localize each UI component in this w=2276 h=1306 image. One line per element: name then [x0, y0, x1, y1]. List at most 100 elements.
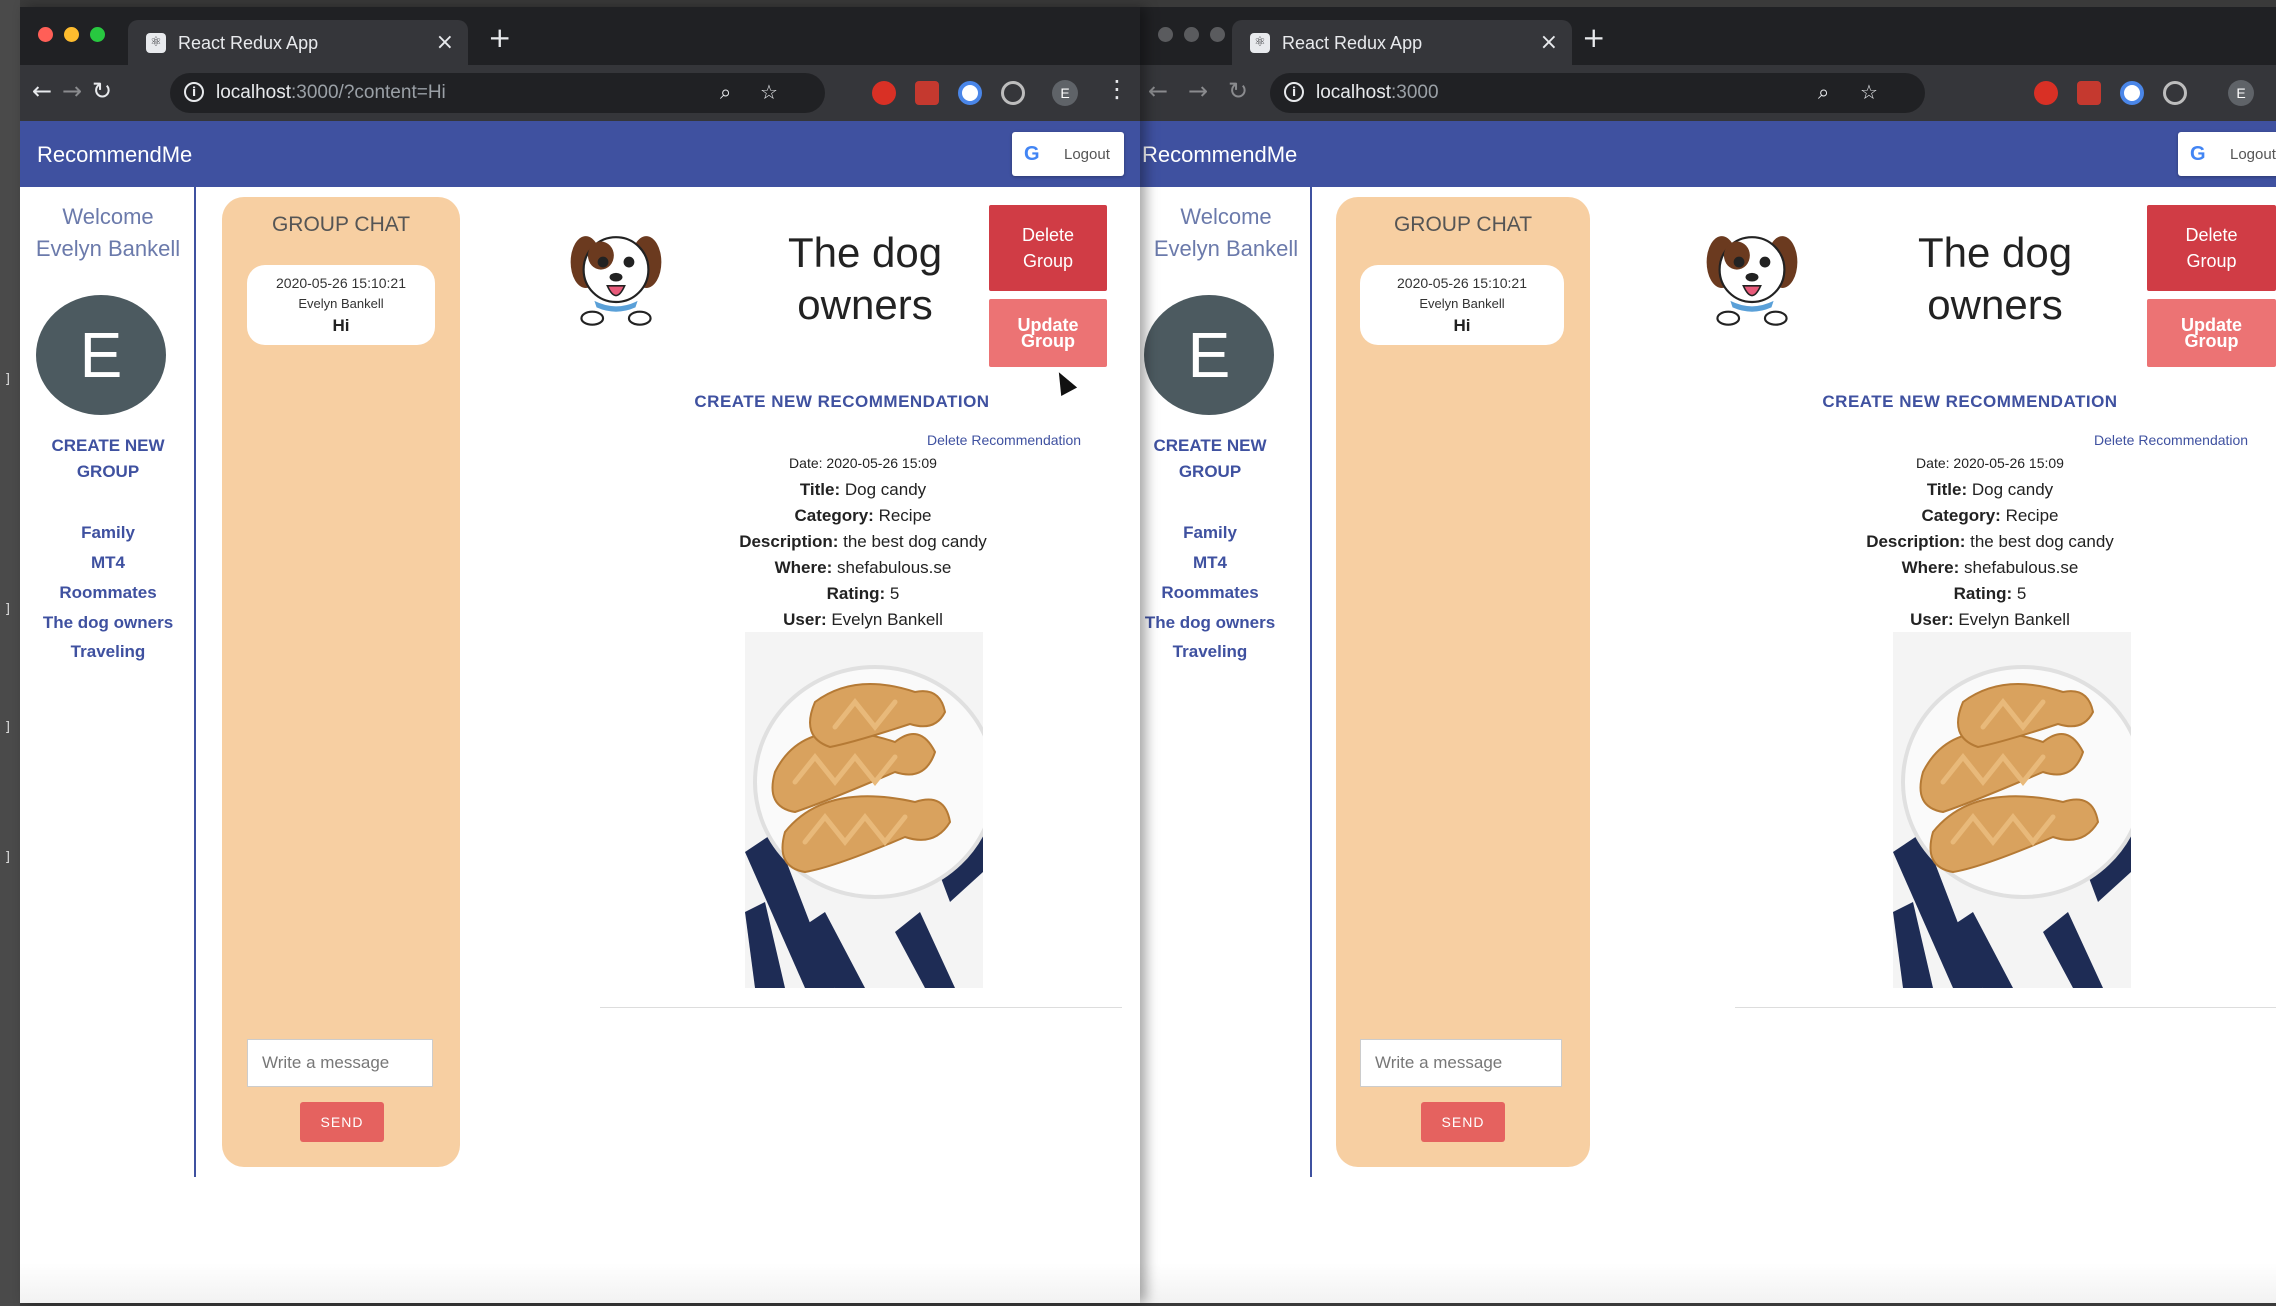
send-button[interactable]: SEND — [1421, 1102, 1505, 1142]
message-timestamp: 2020-05-26 15:10:21 — [276, 275, 406, 291]
maximize-window-button[interactable] — [90, 27, 105, 42]
extension-icon[interactable] — [2034, 81, 2058, 105]
back-arrow-icon[interactable]: ← — [32, 77, 52, 105]
delete-group-label: Delete — [1021, 225, 1075, 245]
extension-icon[interactable] — [2077, 81, 2101, 105]
menu-icon[interactable]: ⋮ — [1105, 75, 1129, 103]
message-text: Hi — [1453, 316, 1471, 335]
close-icon[interactable]: × — [436, 30, 454, 55]
extension-icon[interactable] — [1001, 81, 1025, 105]
delete-group-button[interactable]: Delete Group — [2147, 205, 2276, 291]
close-window-button[interactable] — [1158, 27, 1173, 42]
message-input[interactable] — [1360, 1039, 1562, 1087]
update-group-button[interactable]: Update Group — [2147, 299, 2276, 367]
title-label: Title: — [799, 480, 841, 499]
user-avatar: E — [1144, 295, 1274, 415]
reload-icon[interactable]: ↻ — [92, 77, 112, 105]
sidebar-item-mt4[interactable]: MT4 — [1140, 553, 1280, 573]
group-chat-panel: GROUP CHAT 2020-05-26 15:10:21 Evelyn Ba… — [222, 197, 460, 1167]
back-arrow-icon[interactable]: ← — [1148, 77, 1168, 105]
zoom-icon[interactable]: ⌕ — [1818, 80, 1829, 104]
create-group-line1: CREATE NEW — [1153, 436, 1267, 455]
sidebar-item-traveling[interactable]: Traveling — [1140, 642, 1280, 662]
delete-group-label: Group — [2186, 251, 2237, 271]
create-recommendation-link[interactable]: CREATE NEW RECOMMENDATION — [1810, 392, 2130, 412]
minimize-window-button[interactable] — [64, 27, 79, 42]
profile-avatar[interactable]: E — [2228, 80, 2254, 106]
update-group-label: Group — [2184, 331, 2239, 351]
close-icon[interactable]: × — [1540, 30, 1558, 55]
info-icon[interactable]: i — [184, 82, 204, 102]
forward-arrow-icon[interactable]: → — [1188, 77, 1208, 105]
delete-recommendation-link[interactable]: Delete Recommendation — [2094, 432, 2248, 448]
react-favicon-icon: ⚛ — [146, 33, 166, 53]
star-icon[interactable]: ☆ — [1860, 80, 1878, 104]
delete-group-label: Delete — [2185, 225, 2238, 245]
message-input[interactable] — [247, 1039, 433, 1087]
react-favicon-icon: ⚛ — [1250, 33, 1270, 53]
group-title: The dog owners — [750, 227, 980, 331]
logout-button[interactable]: G Logout — [1012, 132, 1124, 176]
maximize-window-button[interactable] — [1210, 27, 1225, 42]
sidebar-item-family[interactable]: Family — [20, 523, 196, 543]
delete-recommendation-link[interactable]: Delete Recommendation — [927, 432, 1081, 448]
info-icon[interactable]: i — [1284, 82, 1304, 102]
logout-button[interactable]: G Logout — [2178, 132, 2276, 176]
brand-title[interactable]: RecommendMe — [37, 142, 192, 168]
title-label: Title: — [1926, 480, 1968, 499]
group-title-line1: The dog — [787, 229, 943, 276]
forward-arrow-icon[interactable]: → — [62, 77, 82, 105]
where-value: shefabulous.se — [1963, 558, 2079, 577]
profile-avatar[interactable]: E — [1052, 80, 1078, 106]
browser-tab[interactable]: ⚛ React Redux App × — [1232, 20, 1572, 65]
sidebar-item-the-dog-owners[interactable]: The dog owners — [1140, 613, 1280, 633]
mouse-cursor — [1050, 368, 1078, 396]
close-window-button[interactable] — [38, 27, 53, 42]
update-group-button[interactable]: Update Group — [989, 299, 1107, 367]
create-group-link[interactable]: CREATE NEW GROUP — [20, 433, 196, 485]
star-icon[interactable]: ☆ — [760, 80, 778, 104]
send-button[interactable]: SEND — [300, 1102, 384, 1142]
sidebar-item-traveling[interactable]: Traveling — [20, 642, 196, 662]
user-label: User: — [783, 610, 827, 629]
chat-title: GROUP CHAT — [1393, 213, 1533, 236]
sidebar: Welcome Evelyn Bankell E CREATE NEW GROU… — [1140, 187, 1312, 1177]
address-bar[interactable]: i localhost:3000/?content=Hi ⌕ ☆ — [170, 73, 825, 113]
recommendation-where: Where: shefabulous.se — [1790, 555, 2190, 581]
logout-label: Logout — [1064, 146, 1110, 163]
brand-title[interactable]: RecommendMe — [1142, 142, 1297, 168]
zoom-icon[interactable]: ⌕ — [720, 80, 731, 104]
recommendation-user: User: Evelyn Bankell — [1790, 607, 2190, 633]
delete-group-button[interactable]: Delete Group — [989, 205, 1107, 291]
extension-icon[interactable] — [2163, 81, 2187, 105]
translate-extension-icon[interactable] — [2120, 81, 2144, 105]
description-value: the best dog candy — [1970, 532, 2114, 551]
update-group-label: Group — [1021, 331, 1075, 351]
extension-icon[interactable] — [915, 81, 939, 105]
rating-label: Rating: — [826, 584, 886, 603]
extension-icon[interactable] — [872, 81, 896, 105]
user-label: User: — [1910, 610, 1954, 629]
window-bottom — [1140, 1263, 2276, 1303]
address-bar[interactable]: i localhost:3000 ⌕ ☆ — [1270, 73, 1925, 113]
reload-icon[interactable]: ↻ — [1228, 77, 1248, 105]
where-label: Where: — [774, 558, 833, 577]
new-tab-icon[interactable]: + — [488, 21, 511, 54]
browser-tab[interactable]: ⚛ React Redux App × — [128, 20, 468, 65]
logout-label: Logout — [2230, 146, 2276, 163]
translate-extension-icon[interactable] — [958, 81, 982, 105]
sidebar-item-mt4[interactable]: MT4 — [20, 553, 196, 573]
minimize-window-button[interactable] — [1184, 27, 1199, 42]
new-tab-icon[interactable]: + — [1582, 21, 1605, 54]
date-value: 2020-05-26 15:09 — [826, 455, 937, 471]
sidebar-item-roommates[interactable]: Roommates — [1140, 583, 1280, 603]
sidebar-item-roommates[interactable]: Roommates — [20, 583, 196, 603]
title-value: Dog candy — [1971, 480, 2054, 499]
sidebar-item-the-dog-owners[interactable]: The dog owners — [20, 613, 196, 633]
message-author: Evelyn Bankell — [1419, 296, 1505, 311]
group-title-line1: The dog — [1917, 229, 2073, 276]
create-recommendation-link[interactable]: CREATE NEW RECOMMENDATION — [682, 392, 1002, 412]
create-group-link[interactable]: CREATE NEW GROUP — [1140, 433, 1280, 485]
url-path: :3000/?content=Hi — [291, 82, 446, 103]
sidebar-item-family[interactable]: Family — [1140, 523, 1280, 543]
